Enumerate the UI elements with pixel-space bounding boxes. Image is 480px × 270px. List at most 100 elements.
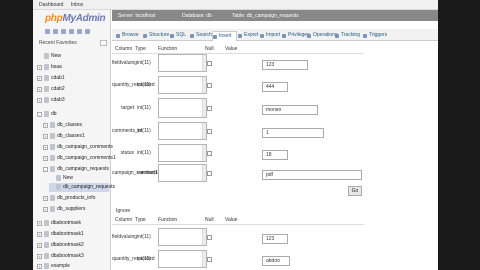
value-input[interactable]: 444 xyxy=(262,82,288,92)
sidebar-item[interactable]: New xyxy=(37,52,109,61)
go-button[interactable]: Go xyxy=(348,186,362,196)
expand-toggle-icon[interactable]: + xyxy=(37,254,42,259)
value-input[interactable]: pdf xyxy=(262,170,362,180)
expand-toggle-icon[interactable]: + xyxy=(43,134,48,139)
function-select[interactable] xyxy=(158,98,207,118)
breadcrumb-server[interactable]: Server: localhost xyxy=(118,13,155,19)
null-checkbox[interactable] xyxy=(207,235,212,240)
value-input[interactable]: abdoo xyxy=(262,256,290,266)
expand-toggle-icon[interactable]: + xyxy=(37,98,42,103)
function-select[interactable] xyxy=(158,122,207,140)
tab-insert[interactable]: Insert xyxy=(212,31,237,41)
scrollbar[interactable] xyxy=(202,77,206,93)
expand-toggle-icon[interactable]: + xyxy=(37,264,42,269)
function-select[interactable] xyxy=(158,164,207,182)
sidebar-item-label: dbabootmask2 xyxy=(51,242,84,248)
tab-import[interactable]: Import xyxy=(260,31,281,41)
help-icon[interactable] xyxy=(61,29,66,34)
null-checkbox[interactable] xyxy=(207,61,212,66)
bookmark-inbox[interactable]: Inbox xyxy=(71,2,83,8)
docs-icon[interactable] xyxy=(69,29,74,34)
expand-toggle-icon[interactable]: + xyxy=(43,207,48,212)
value-input[interactable]: 1 xyxy=(262,128,324,138)
scrollbar[interactable] xyxy=(202,145,206,161)
sidebar-item-label: db_campaign_requests xyxy=(57,166,109,172)
null-checkbox[interactable] xyxy=(207,151,212,156)
null-checkbox[interactable] xyxy=(207,83,212,88)
expand-toggle-icon[interactable]: + xyxy=(37,65,42,70)
sidebar-item[interactable]: + dbabootmask2 xyxy=(37,241,109,250)
tab-search[interactable]: Search xyxy=(190,31,212,41)
value-input[interactable]: 123 xyxy=(262,234,288,244)
scrollbar[interactable] xyxy=(202,229,206,245)
expand-toggle-icon[interactable]: + xyxy=(37,232,42,237)
sidebar-item[interactable]: + db_products_info xyxy=(43,194,109,203)
sidebar-item[interactable]: + db_classes1 xyxy=(43,132,109,141)
expand-toggle-icon[interactable]: - xyxy=(43,167,48,172)
expand-toggle-icon[interactable]: - xyxy=(37,112,42,117)
sidebar-item[interactable]: + db_campaign_comments1 xyxy=(43,154,116,163)
scrollbar[interactable] xyxy=(202,123,206,139)
function-select[interactable] xyxy=(158,228,207,246)
tab-tracking[interactable]: Tracking xyxy=(335,31,362,41)
settings-icon[interactable] xyxy=(77,29,82,34)
sidebar-item[interactable]: + bsaa xyxy=(37,63,109,72)
tab-triggers[interactable]: Triggers xyxy=(363,31,389,41)
expand-toggle-icon[interactable]: + xyxy=(43,196,48,201)
home-icon[interactable] xyxy=(45,29,50,34)
expand-toggle-icon[interactable]: + xyxy=(37,243,42,248)
tab-operations[interactable]: Operations xyxy=(307,31,337,41)
function-select[interactable] xyxy=(158,76,207,94)
null-checkbox[interactable] xyxy=(207,257,212,262)
expand-toggle-icon[interactable]: + xyxy=(37,76,42,81)
sidebar-item[interactable]: - db xyxy=(37,110,109,119)
breadcrumb-table[interactable]: Table: db_campaign_requests xyxy=(232,13,299,19)
expand-toggle-icon[interactable]: + xyxy=(43,123,48,128)
phpmyadmin-logo[interactable]: phpMyAdmin xyxy=(45,13,106,24)
sidebar-item[interactable]: db_campaign_requests xyxy=(49,183,115,192)
value-input[interactable]: 123 xyxy=(262,60,308,70)
breadcrumb-database[interactable]: Database: db xyxy=(182,13,212,19)
sidebar-item[interactable]: + db_suppliers xyxy=(43,205,109,214)
tab-privileges[interactable]: Privileges xyxy=(282,31,310,41)
tab-browse[interactable]: Browse xyxy=(116,31,142,41)
scrollbar[interactable] xyxy=(202,55,206,71)
sidebar-item[interactable]: + db_campaign_comments xyxy=(43,143,113,152)
reload-icon[interactable] xyxy=(85,29,90,34)
collapse-toggle-icon[interactable] xyxy=(100,40,107,46)
bookmark-dashboard[interactable]: Dashboard xyxy=(39,2,63,8)
expand-toggle-icon[interactable]: + xyxy=(43,145,48,150)
breadcrumb: Server: localhost Database: db Table: db… xyxy=(112,10,438,21)
scrollbar[interactable] xyxy=(202,251,206,267)
expand-toggle-icon[interactable]: + xyxy=(37,87,42,92)
function-select[interactable] xyxy=(158,144,207,162)
sidebar-item[interactable]: + cdab2 xyxy=(37,85,109,94)
sidebar-item-label: cdab1 xyxy=(51,75,65,81)
tab-export[interactable]: Export xyxy=(238,31,259,41)
function-select[interactable] xyxy=(158,54,207,72)
value-input[interactable]: moneo xyxy=(262,105,318,115)
scrollbar[interactable] xyxy=(202,165,206,181)
sidebar-item[interactable]: - db_campaign_requests xyxy=(43,165,109,174)
sidebar-item[interactable]: New xyxy=(49,174,109,183)
sidebar-item[interactable]: + cdab3 xyxy=(37,96,109,105)
recent-favorites-bar[interactable]: Recent Favorites xyxy=(39,40,107,48)
expand-toggle-icon[interactable]: + xyxy=(43,156,48,161)
tab-sql[interactable]: SQL xyxy=(170,31,189,41)
logout-icon[interactable] xyxy=(53,29,58,34)
null-checkbox[interactable] xyxy=(207,171,212,176)
expand-toggle-icon[interactable]: + xyxy=(37,221,42,226)
sidebar-item[interactable]: + db_classes xyxy=(43,121,109,130)
scrollbar[interactable] xyxy=(202,99,206,117)
sql-icon xyxy=(170,34,174,38)
null-checkbox[interactable] xyxy=(207,129,212,134)
sidebar-item[interactable]: + dbabootmask1 xyxy=(37,230,109,239)
sidebar-item[interactable]: + cdab1 xyxy=(37,74,109,83)
sidebar-item[interactable]: + example xyxy=(37,262,109,270)
null-checkbox[interactable] xyxy=(207,106,212,111)
value-input[interactable]: 18 xyxy=(262,150,288,160)
sidebar-item[interactable]: + dbabootmask3 xyxy=(37,252,109,261)
sidebar-item[interactable]: + dbabootmask xyxy=(37,219,109,228)
function-select[interactable] xyxy=(158,250,207,268)
tab-structure[interactable]: Structure xyxy=(143,31,169,41)
